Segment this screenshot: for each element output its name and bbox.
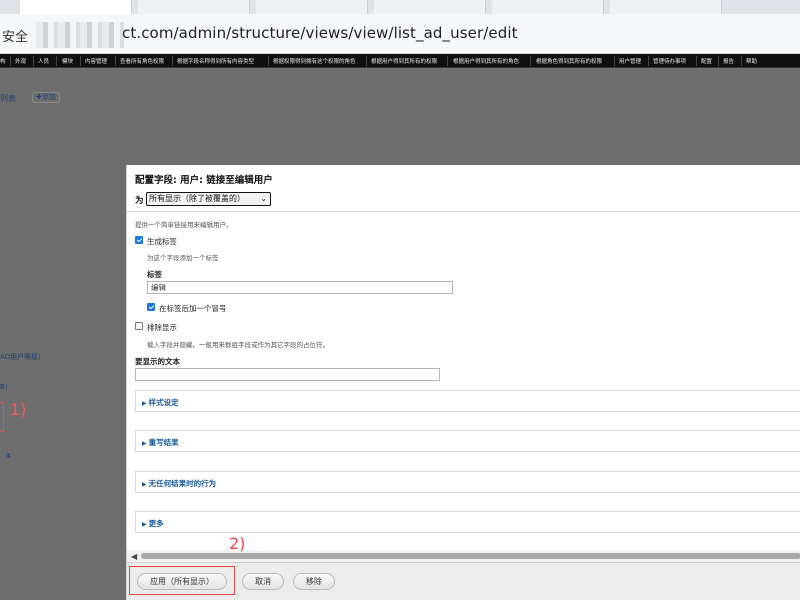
admin-menu-item[interactable]: 用户管理 xyxy=(619,57,641,65)
admin-menu-item[interactable]: 报告 xyxy=(723,57,734,65)
text-to-display-input[interactable] xyxy=(135,368,440,381)
browser-tab[interactable] xyxy=(256,0,368,14)
admin-menu-item[interactable]: 查看所有角色权限 xyxy=(120,57,164,65)
menu-divider xyxy=(718,56,719,66)
display-scope-value: 所有显示（除了被覆盖的） xyxy=(149,194,245,203)
menu-divider xyxy=(80,56,81,66)
exclude-checkbox-label: 排除显示 xyxy=(147,323,177,332)
annotation-label: 2) xyxy=(229,534,246,553)
exclude-description: 载入字段并隐藏。一般用来群组字段或作为其它字段的占位符。 xyxy=(147,341,329,349)
section-title: 重写结果 xyxy=(148,438,179,447)
address-bar[interactable]: 安全 ct.com/admin/structure/views/view/lis… xyxy=(0,14,800,54)
admin-menu-item[interactable]: 根据权限得到拥有这个权限的角色 xyxy=(273,57,356,65)
scroll-left-arrow-icon[interactable]: ◀ xyxy=(131,552,137,561)
section-title: 无任何结果时的行为 xyxy=(148,479,217,488)
admin-menu-item[interactable]: 根据用户得到其所有的角色 xyxy=(453,57,519,65)
chevron-down-icon: ⌄ xyxy=(260,194,267,203)
browser-tab[interactable] xyxy=(138,0,250,14)
url-text[interactable]: ct.com/admin/structure/views/view/list_a… xyxy=(122,24,518,42)
exclude-checkbox[interactable] xyxy=(135,322,143,330)
menu-divider xyxy=(10,56,11,66)
background-text: B) xyxy=(0,383,8,391)
create-label-checkbox[interactable] xyxy=(135,236,143,244)
admin-menu-bar: 构 外观 人员 模块 内容管理 查看所有角色权限 根据字段名称得到所有内容类型 … xyxy=(0,54,800,68)
cancel-button[interactable]: 取消 xyxy=(242,573,284,590)
configure-field-dialog: 配置字段: 用户: 链接至编辑用户 为 所有显示（除了被覆盖的） ⌄ 提供一个简… xyxy=(126,165,800,600)
admin-menu-item[interactable]: 根据角色得到其所有的权限 xyxy=(536,57,602,65)
annotation-label: 1) xyxy=(10,400,27,419)
list-link[interactable]: 列表 xyxy=(0,93,16,104)
section-title: 更多 xyxy=(148,519,164,528)
colon-checkbox-label: 在标签后加一个冒号 xyxy=(159,304,227,313)
security-label[interactable]: 安全 xyxy=(2,26,28,45)
menu-divider xyxy=(56,56,57,66)
add-button[interactable]: ✚添加 xyxy=(32,92,60,103)
menu-divider xyxy=(115,56,116,66)
admin-menu-item[interactable]: 配置 xyxy=(701,57,712,65)
caret-right-icon: ▶ xyxy=(142,400,147,407)
menu-divider xyxy=(648,56,649,66)
create-label-description: 为这个字段添加一个标签 xyxy=(147,254,219,262)
menu-divider xyxy=(366,56,367,66)
caret-right-icon: ▶ xyxy=(142,481,147,488)
label-input[interactable]: 编辑 xyxy=(147,281,453,294)
colon-checkbox[interactable] xyxy=(147,303,155,311)
field-description: 提供一个简单链接用来编辑用户。 xyxy=(135,221,233,229)
menu-divider xyxy=(614,56,615,66)
highlight-box xyxy=(0,402,4,432)
admin-menu-item[interactable]: 帮助 xyxy=(746,57,757,65)
label-field-label: 标签 xyxy=(147,270,162,279)
admin-menu-item[interactable]: 根据用户得到其所有的权限 xyxy=(371,57,437,65)
browser-tab[interactable] xyxy=(374,0,486,14)
admin-menu-item[interactable]: 构 xyxy=(0,57,6,65)
rewrite-results-section[interactable]: ▶ 重写结果 xyxy=(135,430,800,452)
no-results-behavior-section[interactable]: ▶ 无任何结果时的行为 xyxy=(135,471,800,493)
for-label: 为 xyxy=(135,196,144,206)
browser-tab[interactable] xyxy=(20,0,132,14)
section-title: 样式设定 xyxy=(148,398,179,407)
admin-menu-item[interactable]: 模块 xyxy=(62,57,73,65)
admin-menu-item[interactable]: 根据字段名称得到所有内容类型 xyxy=(177,57,254,65)
divider xyxy=(127,211,800,212)
blurred-domain xyxy=(36,22,124,48)
dialog-title: 配置字段: 用户: 链接至编辑用户 xyxy=(135,175,273,186)
menu-divider xyxy=(33,56,34,66)
style-settings-section[interactable]: ▶ 样式设定 xyxy=(135,390,800,412)
dialog-button-bar: 应用（所有显示） 取消 移除 xyxy=(127,562,800,600)
menu-divider xyxy=(268,56,269,66)
admin-menu-item[interactable]: 外观 xyxy=(15,57,26,65)
browser-tab[interactable] xyxy=(610,0,722,14)
admin-menu-item[interactable]: 人员 xyxy=(38,57,49,65)
text-field-label: 要显示的文本 xyxy=(135,357,180,366)
background-text: AD用户等级) xyxy=(0,353,41,361)
background-text: Ⅲ xyxy=(6,452,11,460)
menu-divider xyxy=(741,56,742,66)
horizontal-scrollbar[interactable]: ◀ xyxy=(127,550,800,562)
browser-tab[interactable] xyxy=(492,0,604,14)
menu-divider xyxy=(530,56,531,66)
display-scope-select[interactable]: 所有显示（除了被覆盖的） ⌄ xyxy=(146,192,271,206)
more-section[interactable]: ▶ 更多 xyxy=(135,511,800,533)
create-label-checkbox-label: 生成标签 xyxy=(147,237,177,246)
scrollbar-thumb[interactable] xyxy=(141,553,800,559)
menu-divider xyxy=(172,56,173,66)
highlight-box xyxy=(129,566,235,595)
caret-right-icon: ▶ xyxy=(142,440,147,447)
admin-menu-item[interactable]: 管理待办事项 xyxy=(653,57,686,65)
menu-divider xyxy=(696,56,697,66)
caret-right-icon: ▶ xyxy=(142,521,147,528)
remove-button[interactable]: 移除 xyxy=(293,573,335,590)
browser-tab-strip xyxy=(0,0,800,14)
admin-menu-item[interactable]: 内容管理 xyxy=(85,57,107,65)
menu-divider xyxy=(447,56,448,66)
